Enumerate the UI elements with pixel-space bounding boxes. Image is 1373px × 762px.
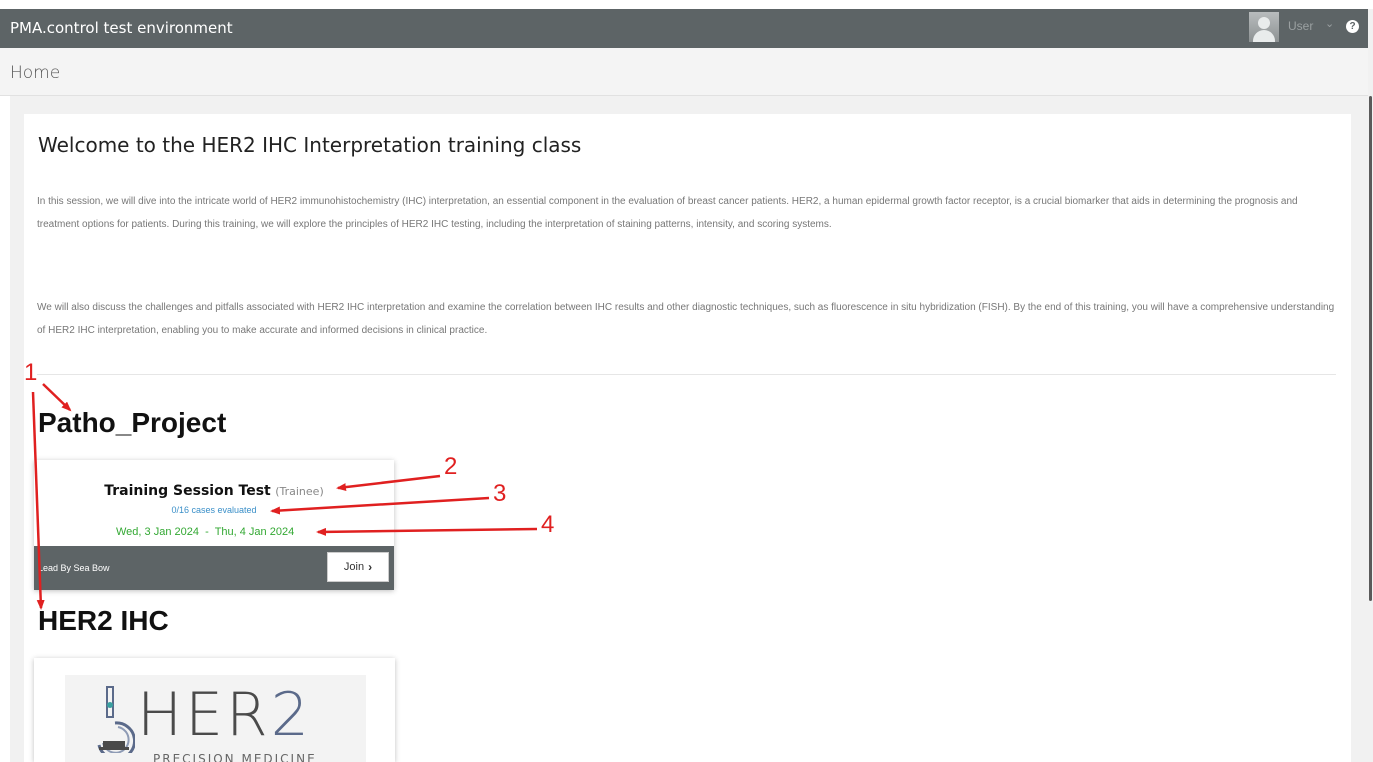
welcome-title: Welcome to the HER2 IHC Interpretation t… <box>38 133 582 157</box>
user-menu-label[interactable]: User <box>1288 19 1313 33</box>
her2-ihc-session-card[interactable]: HER2 PRECISION MEDICINE <box>34 658 395 762</box>
section-divider <box>37 374 1336 375</box>
session-lead: Lead By Sea Bow <box>38 563 110 573</box>
her2-logo-subtitle: PRECISION MEDICINE <box>153 752 317 762</box>
session-end-date: Thu, 4 Jan 2024 <box>214 526 295 538</box>
avatar-head <box>1258 17 1270 29</box>
breadcrumb-home: Home <box>10 63 61 83</box>
chevron-right-icon: › <box>368 560 373 574</box>
annotation-label-4: 4 <box>541 511 555 538</box>
her2-logo-digit: 2 <box>270 680 312 750</box>
session-title-line: Training Session Test (Trainee) <box>34 483 394 499</box>
project-title-patho-project: Patho_Project <box>38 407 227 438</box>
session-title: Training Session Test <box>104 483 271 499</box>
user-avatar-icon[interactable] <box>1249 12 1279 42</box>
chevron-down-icon[interactable]: ⌄ <box>1325 17 1334 30</box>
project-title-her2-ihc: HER2 IHC <box>38 605 169 636</box>
date-separator: - <box>205 526 209 538</box>
intro-paragraph-1: In this session, we will dive into the i… <box>37 196 1298 230</box>
card-footer: Lead By Sea Bow Join › <box>34 546 394 590</box>
her2-logo-wordmark: HER2 <box>137 685 312 745</box>
annotation-label-3: 3 <box>493 480 507 507</box>
breadcrumb-bar: Home <box>0 48 1368 96</box>
top-navigation-bar: PMA.control test environment User ⌄ ? <box>0 9 1368 48</box>
join-label: Join <box>343 561 365 573</box>
annotation-label-1: 1 <box>24 359 38 386</box>
help-icon[interactable]: ? <box>1346 20 1359 33</box>
session-dates: Wed, 3 Jan 2024 - Thu, 4 Jan 2024 <box>116 526 294 538</box>
her2-logo-letters: HER <box>137 680 271 750</box>
intro-paragraph-2: We will also discuss the challenges and … <box>37 302 1335 336</box>
app-title[interactable]: PMA.control test environment <box>10 19 233 37</box>
session-role: (Trainee) <box>275 485 324 498</box>
session-start-date: Wed, 3 Jan 2024 <box>116 526 199 538</box>
join-button[interactable]: Join › <box>327 552 389 582</box>
microscope-icon <box>97 686 135 753</box>
scrollbar-thumb[interactable] <box>1369 96 1372 601</box>
avatar-body <box>1253 30 1275 42</box>
training-session-card: Training Session Test (Trainee) 0/16 cas… <box>34 460 394 590</box>
annotation-label-2: 2 <box>444 453 458 480</box>
her2-logo: HER2 PRECISION MEDICINE <box>65 675 366 762</box>
cases-evaluated: 0/16 cases evaluated <box>171 505 257 515</box>
